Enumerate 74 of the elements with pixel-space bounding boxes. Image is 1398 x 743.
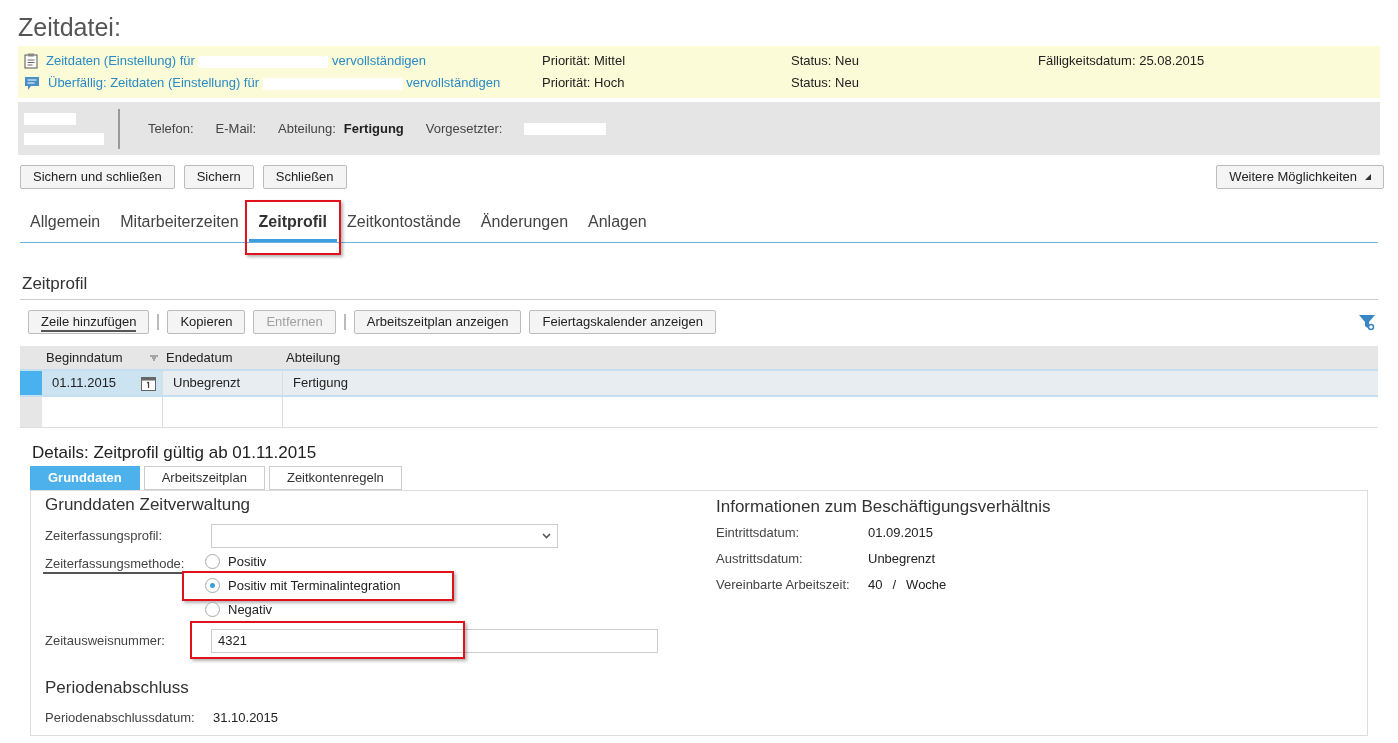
table-cell-text: Unbegrenzt xyxy=(173,374,241,393)
table-cell-text: 01.11.2015 xyxy=(52,374,117,393)
toolbar-button[interactable]: Arbeitszeitplan anzeigen xyxy=(353,310,522,334)
radio-option[interactable]: Positiv xyxy=(205,552,267,571)
field-label: Zeitausweisnummer: xyxy=(45,631,166,650)
row-selector[interactable] xyxy=(20,371,42,395)
table-row[interactable]: 01.11.2015 Unbegrenzt Fertigung xyxy=(20,369,1378,397)
section-title: Zeitprofil xyxy=(22,273,89,295)
status-text: Status: Neu xyxy=(791,74,860,93)
task-link[interactable]: Zeitdaten (Einstellung) für vervollständigen xyxy=(46,51,427,71)
radio-button[interactable] xyxy=(205,554,220,569)
radio-option[interactable]: Positiv mit Terminalintegration xyxy=(205,576,401,595)
input-field[interactable]: 4321 xyxy=(211,628,658,653)
priority-text: Priorität: Mittel xyxy=(542,52,627,71)
tab[interactable]: Zeitprofil xyxy=(248,210,337,242)
details-title: Details: Zeitprofil gültig ab 01.11.2015 xyxy=(32,442,318,464)
status-text: Status: Neu xyxy=(791,52,860,71)
toolbar-button[interactable]: Kopieren xyxy=(167,310,246,334)
field-label: E-Mail: xyxy=(215,119,256,138)
unit-text: Woche xyxy=(906,575,947,594)
radio-option[interactable]: Negativ xyxy=(205,600,273,619)
more-options-button[interactable]: Weitere Möglichkeiten xyxy=(1216,165,1384,189)
toolbar-button[interactable]: Sichern xyxy=(183,165,254,189)
sort-icon xyxy=(150,354,158,361)
toolbar-button[interactable]: Zeile hinzufügen xyxy=(28,310,150,334)
field-label: Austrittsdatum: xyxy=(716,549,804,568)
field-label: Vereinbarte Arbeitszeit: xyxy=(716,575,851,594)
toolbar-button[interactable]: Schließen xyxy=(262,165,347,189)
field-label: Vorgesetzter: xyxy=(425,119,503,138)
radio-button[interactable] xyxy=(205,578,220,593)
corner-caret-icon xyxy=(1365,174,1371,180)
field-value: Fertigung xyxy=(343,119,404,138)
group-title: Grunddaten Zeitverwaltung xyxy=(45,494,252,516)
field-label: Telefon: xyxy=(148,119,194,138)
tab[interactable]: Allgemein xyxy=(20,210,111,242)
field-label: Zeiterfassungsmethode: xyxy=(43,555,185,574)
separator-text: / xyxy=(892,575,897,594)
task-link[interactable]: Überfällig: Zeitdaten (Einstellung) für vervollständigen xyxy=(48,73,501,93)
field-label: Zeiterfassungsprofil: xyxy=(45,526,164,545)
field-label: Eintrittsdatum: xyxy=(716,523,801,542)
calendar-icon xyxy=(141,375,156,391)
toolbar-button[interactable]: Sichern und schließen xyxy=(20,165,175,189)
toolbar-button[interactable]: Feiertagskalender anzeigen xyxy=(529,310,716,334)
tab[interactable]: Zeitkontostände xyxy=(337,210,471,242)
detail-tab[interactable]: Arbeitszeitplan xyxy=(143,466,265,490)
field-value: 31.10.2015 xyxy=(213,709,279,727)
page-title: Zeitdatei: xyxy=(17,12,122,42)
column-header: Abteilung xyxy=(286,348,341,367)
table-cell-text: Fertigung xyxy=(293,374,348,393)
group-title: Informationen zum Beschäftigungsverhältnis xyxy=(716,496,1052,518)
priority-text: Priorität: Hoch xyxy=(542,74,626,93)
redaction-mark xyxy=(24,112,76,125)
tab[interactable]: Anlagen xyxy=(578,210,657,242)
field-value: Unbegrenzt xyxy=(868,549,936,568)
field-value: 40 xyxy=(868,575,883,594)
field-label: Periodenabschlussdatum: xyxy=(45,709,196,727)
detail-tab[interactable]: Zeitkontenregeln xyxy=(268,466,402,490)
filter-icon xyxy=(1358,313,1376,331)
toolbar-separator xyxy=(343,314,346,330)
field-label: Abteilung: xyxy=(278,119,336,138)
toolbar-separator xyxy=(157,314,160,330)
chevron-down-icon xyxy=(542,532,551,539)
tab[interactable]: Mitarbeiterzeiten xyxy=(110,210,249,242)
speech-bubble-icon xyxy=(24,75,40,91)
clipboard-icon xyxy=(24,53,38,69)
due-date-text: Fälligkeitsdatum: 25.08.2015 xyxy=(1038,52,1206,71)
group-title: Periodenabschluss xyxy=(45,676,190,699)
field-value: 01.09.2015 xyxy=(868,523,934,542)
radio-button[interactable] xyxy=(205,602,220,617)
dropdown-field[interactable] xyxy=(211,523,558,548)
column-header: Endedatum xyxy=(166,348,233,367)
column-header: Beginndatum xyxy=(46,348,123,367)
tab[interactable]: Änderungen xyxy=(470,210,579,242)
row-selector[interactable] xyxy=(20,397,42,427)
